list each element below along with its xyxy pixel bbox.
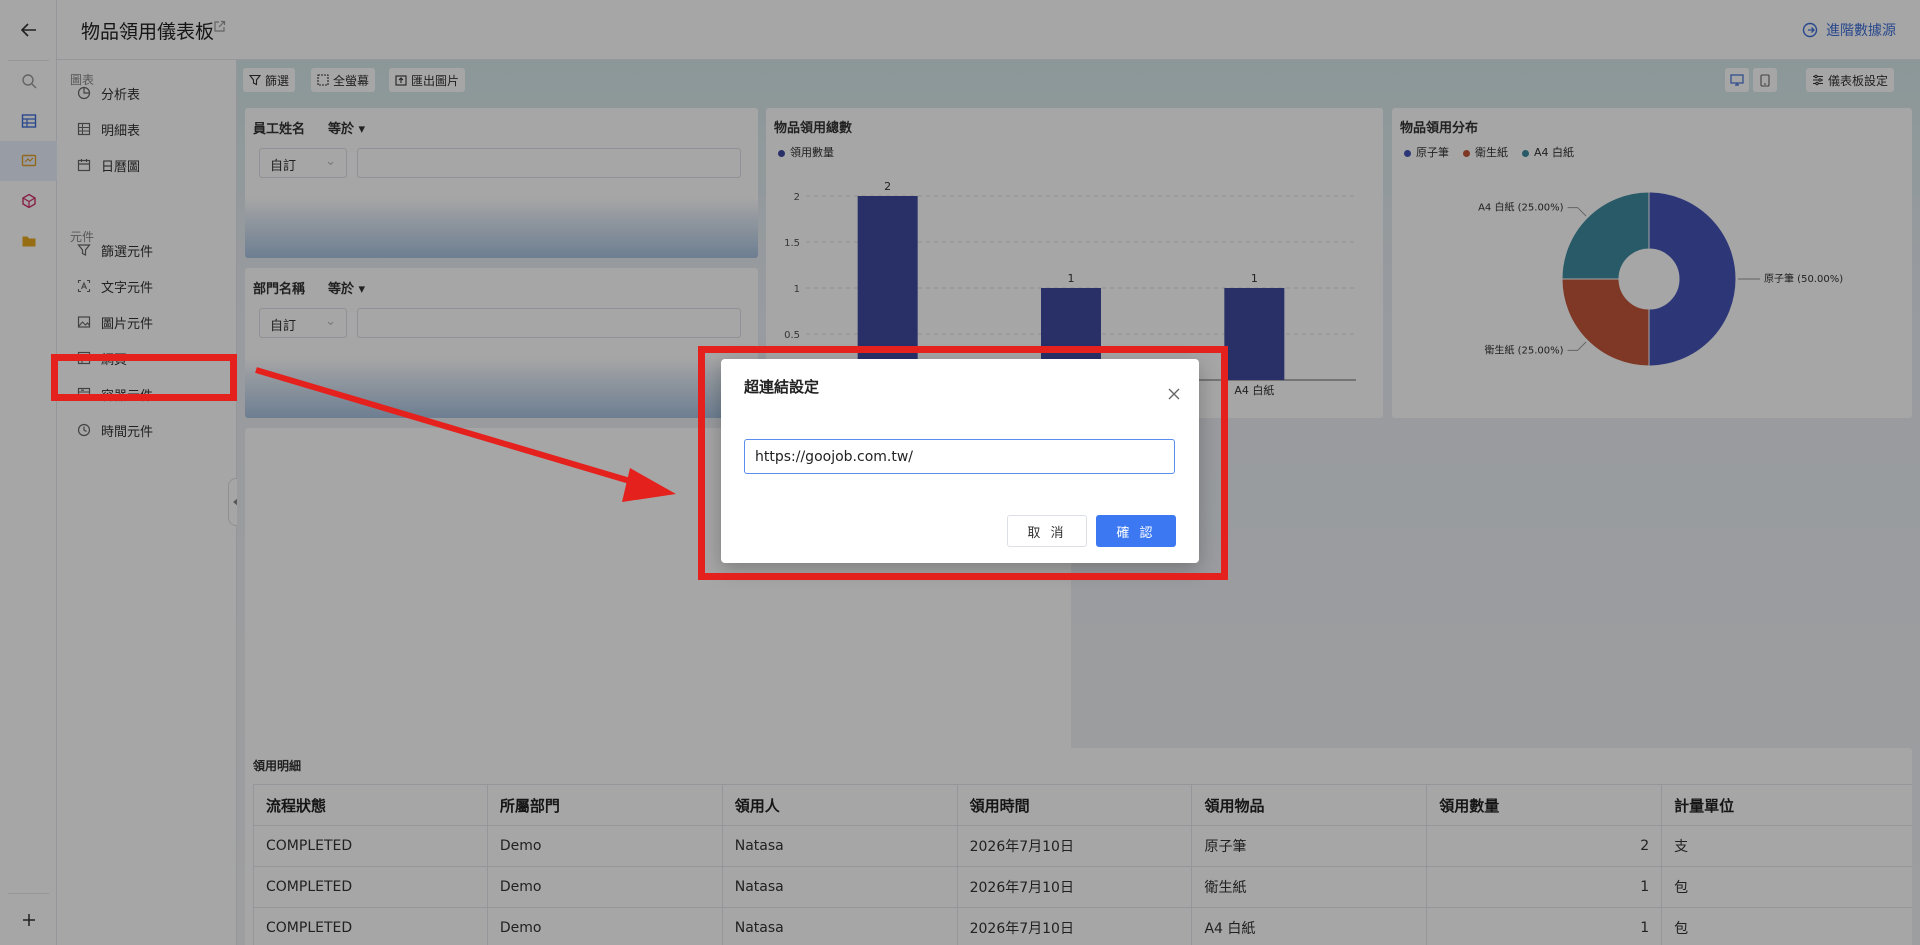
annotation-highlight-webpage bbox=[51, 354, 237, 401]
annotation-highlight-dialog bbox=[698, 346, 1228, 580]
